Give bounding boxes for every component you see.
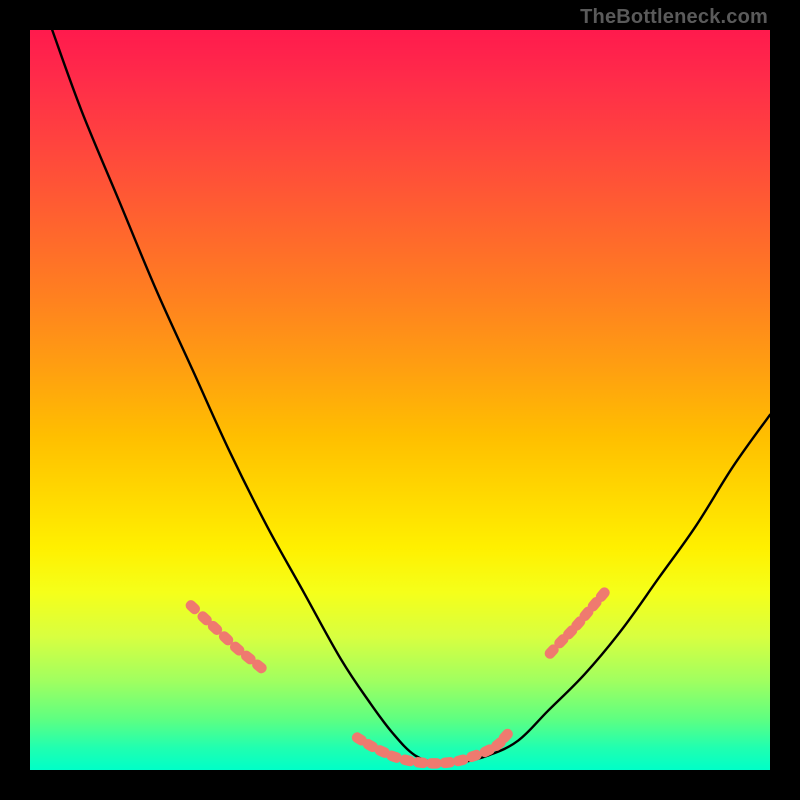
bottom-cluster-marker — [478, 743, 497, 759]
left-cluster-marker — [250, 657, 269, 675]
left-cluster-marker — [228, 640, 247, 658]
bottom-cluster-marker — [426, 758, 442, 769]
right-cluster-marker — [569, 614, 587, 633]
left-cluster-marker — [217, 629, 235, 647]
bottom-cluster-marker — [361, 737, 380, 754]
left-cluster-marker — [239, 649, 258, 667]
right-cluster-marker — [594, 585, 612, 604]
chart-svg — [30, 30, 770, 770]
bottom-cluster-marker — [439, 757, 456, 769]
bottom-cluster-marker — [385, 749, 403, 764]
right-cluster-marker — [577, 605, 595, 624]
bottom-cluster-marker — [465, 748, 483, 763]
right-cluster-marker — [543, 642, 561, 661]
bottom-cluster-marker — [489, 735, 508, 753]
right-cluster-marker — [561, 623, 579, 641]
chart-plot-area — [30, 30, 770, 770]
left-cluster-marker — [195, 609, 213, 627]
bottom-cluster-marker — [452, 753, 470, 767]
bottom-cluster-marker — [412, 757, 429, 769]
chart-frame: TheBottleneck.com — [0, 0, 800, 800]
left-cluster-marker — [184, 598, 202, 616]
bottleneck-curve — [52, 30, 770, 764]
watermark: TheBottleneck.com — [580, 6, 768, 29]
marker-group — [184, 585, 612, 768]
bottom-cluster-marker — [497, 727, 515, 746]
bottom-cluster-marker — [399, 754, 416, 768]
bottom-cluster-marker — [350, 730, 369, 747]
bottom-cluster-marker — [373, 743, 391, 759]
left-cluster-marker — [206, 619, 224, 637]
right-cluster-marker — [586, 595, 604, 614]
right-cluster-marker — [552, 632, 570, 650]
